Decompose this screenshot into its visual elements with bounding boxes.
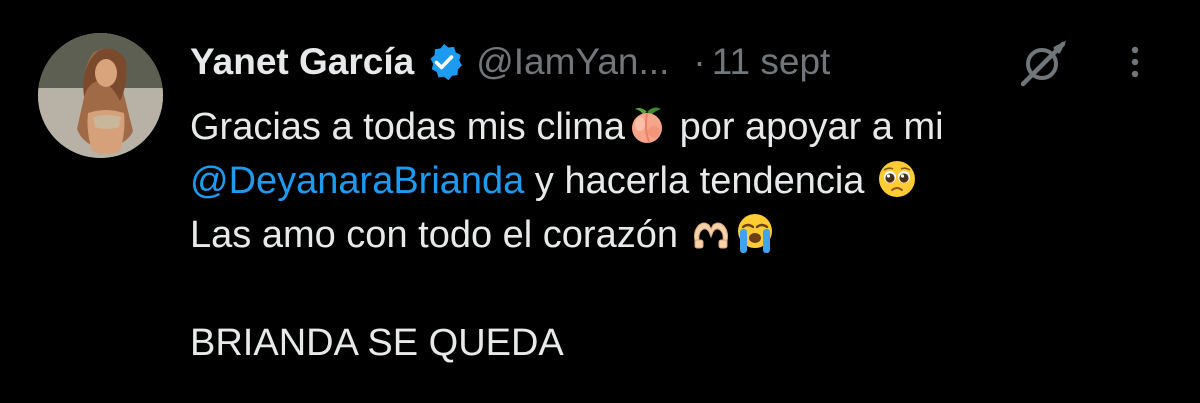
tweet-text-segment: y hacerla tendencia bbox=[524, 160, 875, 202]
tweet-text-segment: Gracias a todas mis clima bbox=[190, 106, 626, 148]
tweet-text-segment: Las amo con todo el corazón bbox=[190, 214, 689, 256]
separator-dot: · bbox=[693, 41, 706, 82]
tweet-line-2: @DeyanaraBrianda y hacerla tendencia bbox=[190, 154, 944, 208]
tweet-text: Gracias a todas mis clima por apoyar a m… bbox=[190, 100, 944, 370]
verified-badge-icon[interactable] bbox=[424, 42, 464, 82]
tweet[interactable]: Yanet García @IamYan... · 11 sept Gracia… bbox=[0, 0, 1200, 403]
tweet-text-segment: por apoyar a mi bbox=[669, 106, 944, 148]
tweet-line-3: Las amo con todo el corazón bbox=[190, 208, 944, 262]
peach-emoji bbox=[625, 103, 669, 147]
more-options-icon[interactable] bbox=[1120, 38, 1150, 88]
pleading-face-emoji bbox=[875, 157, 919, 201]
tweet-line-4: BRIANDA SE QUEDA bbox=[190, 322, 564, 364]
tweet-header: Yanet García @IamYan... · 11 sept bbox=[190, 36, 830, 88]
heart-hands-emoji bbox=[689, 211, 733, 255]
loudly-crying-face-emoji bbox=[733, 211, 777, 255]
tweet-line-1: Gracias a todas mis clima por apoyar a m… bbox=[190, 100, 944, 154]
avatar[interactable] bbox=[38, 33, 163, 158]
grok-icon[interactable] bbox=[1015, 38, 1073, 88]
timestamp[interactable]: 11 sept bbox=[712, 41, 831, 83]
mention-link[interactable]: @DeyanaraBrianda bbox=[190, 160, 524, 202]
author-handle[interactable]: @IamYan... bbox=[476, 41, 669, 83]
author-display-name[interactable]: Yanet García bbox=[190, 41, 414, 83]
